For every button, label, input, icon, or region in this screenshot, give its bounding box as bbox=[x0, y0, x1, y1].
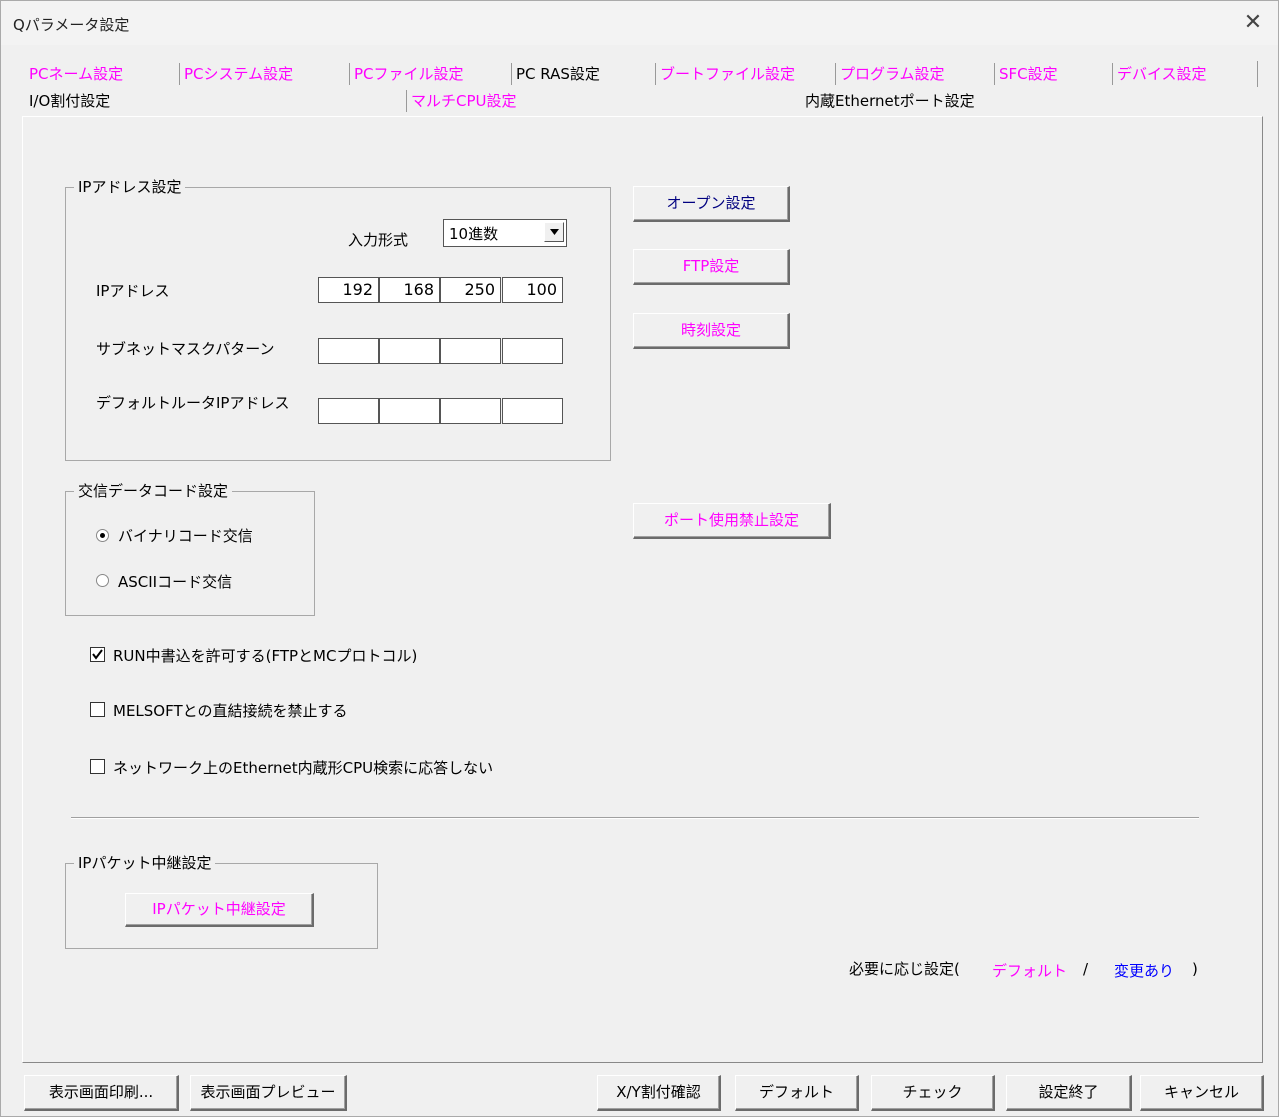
tab-pc-file[interactable]: PCファイル設定 bbox=[349, 63, 511, 85]
no-search-response-checkbox[interactable] bbox=[90, 759, 105, 774]
close-icon[interactable]: ✕ bbox=[1236, 7, 1270, 39]
tab-io-assignment[interactable]: I/O割付設定 bbox=[25, 90, 399, 112]
binary-code-label: バイナリコード交信 bbox=[118, 527, 253, 545]
time-settings-button[interactable]: 時刻設定 bbox=[633, 313, 790, 349]
ip-octet-1[interactable]: 192 bbox=[318, 277, 379, 303]
tab-edge bbox=[1257, 61, 1258, 87]
legend-slash: / bbox=[1083, 960, 1089, 978]
tab-pc-system[interactable]: PCシステム設定 bbox=[179, 63, 349, 85]
router-octet-1[interactable] bbox=[318, 398, 379, 424]
cancel-button[interactable]: キャンセル bbox=[1140, 1075, 1264, 1111]
router-octet-4[interactable] bbox=[502, 398, 563, 424]
ftp-settings-button[interactable]: FTP設定 bbox=[633, 249, 790, 285]
ip-group-title: IPアドレス設定 bbox=[74, 177, 186, 197]
tab-panel: IPアドレス設定 入力形式 10進数 IPアドレス 192 168 250 10… bbox=[22, 116, 1263, 1063]
ascii-code-label: ASCIIコード交信 bbox=[118, 573, 233, 591]
input-format-value: 10進数 bbox=[449, 225, 499, 243]
no-search-response-label: ネットワーク上のEthernet内蔵形CPU検索に応答しない bbox=[113, 759, 494, 777]
dropdown-arrow[interactable] bbox=[544, 222, 564, 242]
check-button[interactable]: チェック bbox=[871, 1075, 995, 1111]
melsoft-direct-label: MELSOFTとの直結接続を禁止する bbox=[113, 702, 348, 720]
legend-suffix: ) bbox=[1192, 960, 1198, 978]
subnet-octet-3[interactable] bbox=[440, 338, 501, 364]
legend-changed: 変更あり bbox=[1114, 962, 1175, 980]
tab-pc-ras[interactable]: PC RAS設定 bbox=[511, 63, 656, 85]
tab-builtin-ethernet[interactable]: 内蔵Ethernetポート設定 bbox=[801, 88, 1264, 115]
router-octet-2[interactable] bbox=[379, 398, 440, 424]
window-title: Qパラメータ設定 bbox=[13, 16, 130, 34]
subnet-mask-label: サブネットマスクパターン bbox=[96, 340, 275, 358]
ip-packet-relay-button[interactable]: IPパケット中継設定 bbox=[125, 893, 314, 927]
tab-multi-cpu[interactable]: マルチCPU設定 bbox=[406, 90, 801, 112]
radio-selected-dot bbox=[100, 533, 105, 538]
run-write-checkbox[interactable] bbox=[90, 647, 105, 662]
tab-boot-file[interactable]: ブートファイル設定 bbox=[655, 63, 836, 85]
tab-sfc[interactable]: SFC設定 bbox=[994, 63, 1113, 85]
default-button[interactable]: デフォルト bbox=[735, 1075, 859, 1111]
chevron-down-icon bbox=[550, 229, 559, 235]
run-write-label: RUN中書込を許可する(FTPとMCプロトコル) bbox=[113, 647, 418, 665]
print-screen-button[interactable]: 表示画面印刷... bbox=[24, 1075, 179, 1111]
router-octet-3[interactable] bbox=[440, 398, 501, 424]
tab-program[interactable]: プログラム設定 bbox=[835, 63, 995, 85]
relay-group-title: IPパケット中継設定 bbox=[74, 853, 216, 873]
tab-device[interactable]: デバイス設定 bbox=[1112, 63, 1259, 85]
input-format-label: 入力形式 bbox=[348, 231, 409, 249]
comm-data-code-group: 交信データコード設定 bbox=[65, 481, 315, 616]
input-format-select[interactable]: 10進数 bbox=[443, 219, 567, 247]
comm-group-title: 交信データコード設定 bbox=[74, 481, 233, 501]
melsoft-direct-checkbox[interactable] bbox=[90, 702, 105, 717]
checkmark-icon bbox=[92, 649, 103, 660]
legend-prefix: 必要に応じ設定( bbox=[849, 960, 960, 978]
ascii-code-radio[interactable] bbox=[96, 574, 109, 587]
tab-pc-name[interactable]: PCネーム設定 bbox=[25, 63, 179, 85]
ip-octet-3[interactable]: 250 bbox=[440, 277, 501, 303]
title-bar: Qパラメータ設定 ✕ bbox=[1, 1, 1278, 45]
open-settings-button[interactable]: オープン設定 bbox=[633, 186, 790, 222]
default-router-label: デフォルトルータIPアドレス bbox=[96, 394, 290, 412]
legend-default: デフォルト bbox=[992, 962, 1068, 980]
ip-octet-4[interactable]: 100 bbox=[502, 277, 563, 303]
xy-assignment-check-button[interactable]: X/Y割付確認 bbox=[597, 1075, 721, 1111]
finish-settings-button[interactable]: 設定終了 bbox=[1006, 1075, 1132, 1111]
port-block-settings-button[interactable]: ポート使用禁止設定 bbox=[633, 503, 831, 539]
ip-octet-2[interactable]: 168 bbox=[379, 277, 440, 303]
subnet-octet-2[interactable] bbox=[379, 338, 440, 364]
parameter-dialog: Qパラメータ設定 ✕ PCネーム設定 PCシステム設定 PCファイル設定 PC … bbox=[0, 0, 1279, 1117]
ip-address-label: IPアドレス bbox=[96, 282, 170, 300]
binary-code-radio[interactable] bbox=[96, 529, 109, 542]
preview-screen-button[interactable]: 表示画面プレビュー bbox=[190, 1075, 347, 1111]
subnet-octet-4[interactable] bbox=[502, 338, 563, 364]
separator-highlight bbox=[71, 818, 1199, 819]
subnet-octet-1[interactable] bbox=[318, 338, 379, 364]
